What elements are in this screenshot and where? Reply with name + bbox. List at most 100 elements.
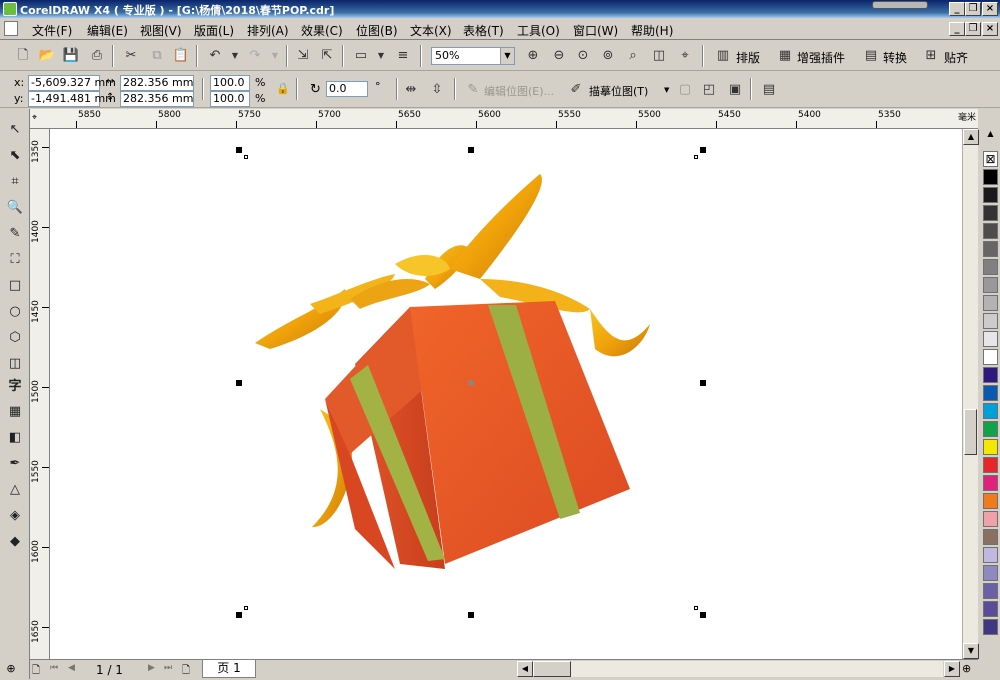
zoom-all-objects-icon[interactable]: ⊚ <box>599 47 617 65</box>
interactive-fill-tool-icon[interactable]: ◆ <box>4 531 26 553</box>
text-tool-icon[interactable]: 字 <box>4 376 26 398</box>
document-icon[interactable] <box>4 21 18 36</box>
selection-handle[interactable] <box>236 147 242 153</box>
selection-handle[interactable] <box>468 612 474 618</box>
gift-box-bitmap[interactable] <box>50 129 962 659</box>
freehand-tool-icon[interactable]: ✎ <box>4 223 26 245</box>
zoom-tool-icon[interactable]: 🔍 <box>4 197 26 219</box>
color-swatch[interactable] <box>983 421 998 437</box>
y-position-field[interactable]: -1,491.481 mm <box>28 91 116 107</box>
trace-dropdown-icon[interactable]: ▼ <box>664 86 669 94</box>
eyedropper-tool-icon[interactable]: ✒ <box>4 453 26 475</box>
menu-table[interactable]: 表格(T) <box>463 22 504 39</box>
selection-handle[interactable] <box>468 147 474 153</box>
menu-text[interactable]: 文本(X) <box>410 22 452 39</box>
color-swatch[interactable] <box>983 241 998 257</box>
selection-handle[interactable] <box>700 380 706 386</box>
color-swatch[interactable] <box>983 583 998 599</box>
color-swatch[interactable] <box>983 313 998 329</box>
basic-shapes-tool-icon[interactable]: ◫ <box>4 353 26 375</box>
horizontal-ruler[interactable]: ⌖ 5850 5800 5750 5700 5650 5600 5550 550… <box>30 109 978 129</box>
color-swatch[interactable] <box>983 331 998 347</box>
application-launcher-icon[interactable]: ▭ <box>352 47 370 65</box>
menu-view[interactable]: 视图(V) <box>140 22 182 39</box>
copy-icon[interactable]: ⧉ <box>148 47 166 65</box>
welcome-screen-icon[interactable]: ≡ <box>394 47 412 65</box>
color-swatch[interactable] <box>983 367 998 383</box>
corner-node[interactable] <box>694 606 698 610</box>
ellipse-tool-icon[interactable]: ○ <box>4 301 26 323</box>
launcher-dropdown-icon[interactable]: ▼ <box>372 47 390 65</box>
zoom-in-icon[interactable]: ⊕ <box>524 47 542 65</box>
scroll-right-icon[interactable]: ▶ <box>944 661 960 677</box>
first-page-icon[interactable]: ⏮ <box>50 663 58 673</box>
zoom-page-height-icon[interactable]: ⌖ <box>676 47 694 65</box>
color-swatch[interactable] <box>983 619 998 635</box>
zoom-out-icon[interactable]: ⊖ <box>550 47 568 65</box>
zoom-navigator-icon[interactable]: ⊕ <box>962 662 971 675</box>
crop-tool-icon[interactable]: ⌗ <box>4 171 26 193</box>
color-swatch[interactable] <box>983 511 998 527</box>
scale-y-field[interactable]: 100.0 <box>210 91 250 107</box>
menu-window[interactable]: 窗口(W) <box>573 22 618 39</box>
color-swatch[interactable] <box>983 439 998 455</box>
scroll-left-icon[interactable]: ◀ <box>517 661 533 677</box>
menu-bitmaps[interactable]: 位图(B) <box>356 22 398 39</box>
doc-close-button[interactable]: × <box>982 22 998 36</box>
prev-page-icon[interactable]: ◀ <box>68 663 75 673</box>
scroll-up-icon[interactable]: ▲ <box>963 129 979 145</box>
restore-button[interactable]: ❐ <box>965 2 981 16</box>
edit-bitmap-button[interactable]: 编辑位图(E)... <box>484 83 554 99</box>
color-swatch[interactable] <box>983 385 998 401</box>
rotation-angle-field[interactable]: 0.0 <box>326 81 368 97</box>
color-swatch[interactable] <box>983 403 998 419</box>
tab-page-1[interactable]: 页 1 <box>202 660 256 678</box>
undo-icon[interactable]: ↶ <box>206 47 224 65</box>
polygon-tool-icon[interactable]: ⬡ <box>4 327 26 349</box>
zoom-page-icon[interactable]: ⌕ <box>624 47 642 65</box>
shape-tool-icon[interactable]: ⬉ <box>4 145 26 167</box>
color-swatch[interactable] <box>983 565 998 581</box>
layout-button[interactable]: 排版 <box>736 49 760 66</box>
ruler-origin-icon[interactable]: ⌖ <box>32 113 37 123</box>
rectangle-tool-icon[interactable]: □ <box>4 275 26 297</box>
redo-icon[interactable]: ↷ <box>246 47 264 65</box>
close-button[interactable]: × <box>982 2 998 16</box>
zoom-selected-icon[interactable]: ⊙ <box>574 47 592 65</box>
coreldraw-app-icon[interactable] <box>3 2 17 16</box>
menu-effects[interactable]: 效果(C) <box>301 22 343 39</box>
corner-node[interactable] <box>694 155 698 159</box>
corner-node[interactable] <box>244 155 248 159</box>
new-document-icon[interactable]: 🗋 <box>14 47 32 65</box>
vertical-scrollbar[interactable]: ▲ ▼ <box>962 129 979 659</box>
palette-scroll-up-icon[interactable]: ▲ <box>983 129 998 141</box>
pick-tool-icon[interactable]: ↖ <box>4 119 26 141</box>
color-swatch[interactable] <box>983 277 998 293</box>
add-page-icon[interactable]: 🗋 <box>32 663 40 680</box>
scroll-down-icon[interactable]: ▼ <box>963 643 979 659</box>
wrap-text-icon[interactable]: ▤ <box>760 81 778 99</box>
color-swatch[interactable] <box>983 349 998 365</box>
horizontal-scroll-track[interactable] <box>533 661 943 677</box>
selection-handle[interactable] <box>700 147 706 153</box>
selection-handle[interactable] <box>700 612 706 618</box>
mirror-horizontal-icon[interactable]: ⇹ <box>402 81 420 99</box>
zoom-page-width-icon[interactable]: ◫ <box>650 47 668 65</box>
mirror-vertical-icon[interactable]: ⇳ <box>428 81 446 99</box>
convert-button[interactable]: 转换 <box>883 49 907 66</box>
menu-tools[interactable]: 工具(O) <box>517 22 560 39</box>
open-folder-icon[interactable]: 📂 <box>38 47 56 65</box>
fill-tool-icon[interactable]: ◈ <box>4 505 26 527</box>
paste-icon[interactable]: 📋 <box>172 47 190 65</box>
x-position-field[interactable]: -5,609.327 mm <box>28 75 116 91</box>
menu-layout[interactable]: 版面(L) <box>194 22 234 39</box>
color-swatch[interactable] <box>983 187 998 203</box>
last-page-icon[interactable]: ⏭ <box>164 663 172 673</box>
zoom-level-select[interactable]: 50% ▼ <box>431 47 515 65</box>
doc-restore-button[interactable]: ❐ <box>965 22 981 36</box>
import-icon[interactable]: ⇲ <box>294 47 312 65</box>
save-icon[interactable]: 💾 <box>62 47 80 65</box>
color-swatch[interactable] <box>983 601 998 617</box>
menu-edit[interactable]: 编辑(E) <box>87 22 128 39</box>
vertical-ruler[interactable]: 1350 1400 1450 1500 1550 1600 1650 <box>30 129 50 659</box>
